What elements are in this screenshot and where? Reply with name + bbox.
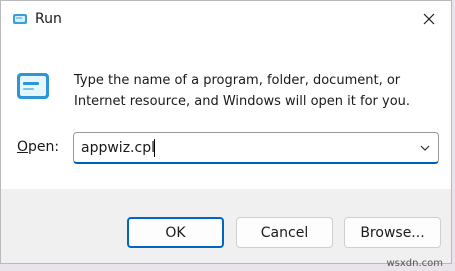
ok-button[interactable]: OK <box>127 217 224 248</box>
chevron-down-icon <box>420 145 430 151</box>
run-dialog-window: Run Type the name of a program, folder, … <box>0 0 452 264</box>
close-button[interactable] <box>415 7 443 31</box>
text-caret <box>154 139 155 157</box>
open-dropdown-button[interactable] <box>416 139 434 157</box>
title-bar[interactable]: Run <box>1 1 451 39</box>
browse-button[interactable]: Browse... <box>344 217 441 248</box>
watermark: wsxdn.com <box>386 258 443 269</box>
open-input[interactable] <box>81 137 401 159</box>
open-combobox[interactable] <box>73 132 439 164</box>
open-label: Open: <box>17 139 59 155</box>
run-app-icon <box>13 14 27 24</box>
close-icon <box>423 13 435 25</box>
open-label-suffix: pen: <box>28 139 60 155</box>
run-program-icon <box>17 73 49 99</box>
dialog-description: Type the name of a program, folder, docu… <box>74 73 411 109</box>
window-title: Run <box>35 11 62 27</box>
dialog-body: Type the name of a program, folder, docu… <box>1 39 451 189</box>
open-label-hotkey: O <box>17 139 29 155</box>
cancel-button[interactable]: Cancel <box>236 217 333 248</box>
dialog-footer: OK Cancel Browse... <box>1 189 451 263</box>
